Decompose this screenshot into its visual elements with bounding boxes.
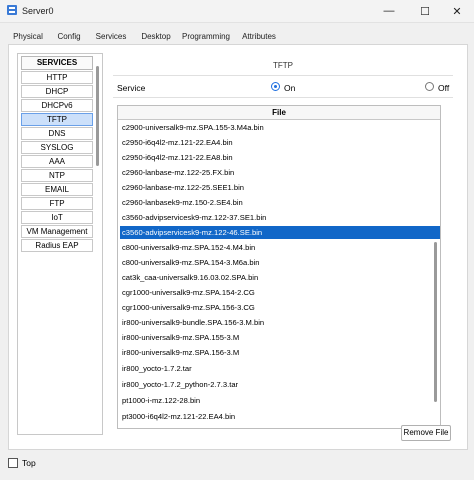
file-row[interactable]: c800-universalk9-mz.SPA.152-4.M4.bin (120, 241, 440, 254)
file-row[interactable]: c3560-advipservicesk9-mz.122-37.SE1.bin (120, 211, 440, 224)
service-item-email[interactable]: EMAIL (21, 183, 93, 196)
file-row[interactable]: c2950-i6q4l2-mz.121-22.EA8.bin (120, 151, 440, 164)
file-row[interactable]: pt1000-i-mz.122-28.bin (120, 394, 440, 407)
file-row[interactable]: ir800_yocto-1.7.2_python-2.7.3.tar (120, 378, 440, 391)
close-button[interactable]: ✕ (440, 0, 474, 22)
file-row[interactable]: c800-universalk9-mz.SPA.154-3.M6a.bin (120, 256, 440, 269)
tab-desktop[interactable]: Desktop (138, 30, 174, 44)
minimize-icon: — (383, 5, 395, 17)
service-item-dhcp[interactable]: DHCP (21, 85, 93, 98)
file-row[interactable]: pt3000-i6q4l2-mz.121-22.EA4.bin (120, 410, 440, 423)
title-bar: Server0 — ☐ ✕ (0, 0, 474, 23)
service-off-radio[interactable] (425, 82, 434, 91)
service-on-label: On (284, 83, 296, 93)
services-list: SERVICES HTTP DHCP DHCPv6 TFTP DNS SYSLO… (21, 56, 93, 253)
file-list-scrollbar[interactable] (433, 122, 439, 422)
file-row[interactable]: cgr1000-universalk9-mz.SPA.154-2.CG (120, 286, 440, 299)
services-content: SERVICES HTTP DHCP DHCPv6 TFTP DNS SYSLO… (8, 44, 468, 450)
file-row[interactable]: c2960-lanbase-mz.122-25.SEE1.bin (120, 181, 440, 194)
file-row[interactable]: c2960-lanbasek9-mz.150-2.SE4.bin (120, 196, 440, 209)
service-item-vm-management[interactable]: VM Management (21, 225, 93, 238)
service-item-dhcpv6[interactable]: DHCPv6 (21, 99, 93, 112)
page-title: TFTP (273, 61, 293, 70)
file-row[interactable]: cat3k_caa-universalk9.16.03.02.SPA.bin (120, 271, 440, 284)
server-app-icon (7, 5, 17, 15)
service-label: Service (117, 83, 146, 93)
close-icon: ✕ (452, 5, 462, 18)
file-row[interactable]: ir800-universalk9-bundle.SPA.156-3.M.bin (120, 316, 440, 329)
tab-attributes[interactable]: Attributes (238, 30, 280, 44)
service-off-label: Off (438, 83, 450, 93)
minimize-button[interactable]: — (372, 0, 406, 22)
maximize-button[interactable]: ☐ (408, 0, 442, 22)
services-scrollbar-thumb[interactable] (96, 66, 99, 166)
file-list-scrollbar-thumb[interactable] (434, 242, 437, 402)
tab-programming[interactable]: Programming (180, 30, 232, 44)
remove-file-button[interactable]: Remove File (401, 425, 451, 441)
file-row[interactable]: c2960-lanbase-mz.122-25.FX.bin (120, 166, 440, 179)
divider (113, 75, 453, 76)
tab-config[interactable]: Config (54, 30, 84, 44)
maximize-icon: ☐ (420, 5, 430, 18)
tab-bar: Physical Config Services Desktop Program… (8, 30, 468, 46)
service-item-syslog[interactable]: SYSLOG (21, 141, 93, 154)
services-header: SERVICES (21, 56, 93, 70)
file-row[interactable]: ir800_yocto-1.7.2.tar (120, 362, 440, 375)
service-item-ntp[interactable]: NTP (21, 169, 93, 182)
file-column-header: File (118, 106, 440, 120)
file-row[interactable]: c2950-i6q4l2-mz.121-22.EA4.bin (120, 136, 440, 149)
file-row[interactable]: ir800-universalk9-mz.SPA.156-3.M (120, 346, 440, 359)
services-scrollbar[interactable] (95, 56, 101, 430)
top-checkbox[interactable] (8, 458, 18, 468)
service-item-radius-eap[interactable]: Radius EAP (21, 239, 93, 252)
top-checkbox-label: Top (22, 458, 36, 468)
services-list-panel: SERVICES HTTP DHCP DHCPv6 TFTP DNS SYSLO… (17, 53, 103, 435)
file-row[interactable]: ir800-universalk9-mz.SPA.155-3.M (120, 331, 440, 344)
service-item-ftp[interactable]: FTP (21, 197, 93, 210)
service-item-http[interactable]: HTTP (21, 71, 93, 84)
service-item-dns[interactable]: DNS (21, 127, 93, 140)
window-title: Server0 (22, 6, 54, 16)
file-table: File c2900-universalk9-mz.SPA.155-3.M4a.… (117, 105, 441, 429)
service-item-iot[interactable]: IoT (21, 211, 93, 224)
divider (113, 97, 453, 98)
file-row[interactable]: cgr1000-universalk9-mz.SPA.156-3.CG (120, 301, 440, 314)
file-row-selected[interactable]: c3560-advipservicesk9-mz.122-46.SE.bin (120, 226, 440, 239)
tab-physical[interactable]: Physical (8, 30, 48, 44)
service-item-tftp[interactable]: TFTP (21, 113, 93, 126)
service-on-radio[interactable] (271, 82, 280, 91)
file-row[interactable]: c2900-universalk9-mz.SPA.155-3.M4a.bin (120, 121, 440, 134)
service-item-aaa[interactable]: AAA (21, 155, 93, 168)
